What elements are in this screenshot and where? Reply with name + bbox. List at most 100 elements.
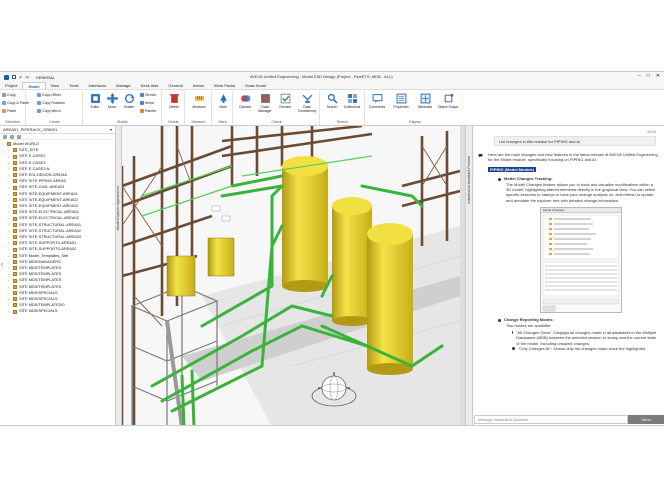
- search-group: Search Collections Search: [321, 91, 365, 125]
- search-icon: [327, 93, 337, 104]
- tab-desk-aids[interactable]: Desk Aids: [136, 82, 164, 89]
- attributes-button[interactable]: Attributes: [414, 93, 436, 109]
- current-element-field[interactable]: AREA01_PIPERACK_GRID01: [3, 127, 57, 132]
- close-icon[interactable]: ✕: [656, 73, 660, 79]
- redo-icon[interactable]: ↷: [25, 75, 28, 80]
- mark-button[interactable]: Mark: [212, 93, 234, 109]
- site-icon: [13, 222, 17, 227]
- delete-icon: [169, 94, 179, 103]
- copy-mirror-button[interactable]: Copy Mirror: [37, 109, 61, 113]
- clash-manager-button[interactable]: Clash Manager: [254, 93, 276, 113]
- app-logo-icon[interactable]: [4, 74, 9, 80]
- copy-button[interactable]: Copy: [2, 93, 15, 97]
- expand-icon[interactable]: ›: [2, 141, 5, 147]
- window-controls: – □ ✕: [638, 73, 660, 79]
- measure-group: Measure Measure: [186, 91, 212, 125]
- highlighted-heading: PIPING (Model Module): [488, 166, 536, 173]
- tab-manage[interactable]: Manage: [111, 82, 135, 89]
- filter-icon[interactable]: [10, 135, 14, 139]
- send-button[interactable]: Send: [628, 415, 664, 424]
- clashes-button[interactable]: Clashes: [234, 93, 256, 109]
- tab-draw-home[interactable]: Draw Home: [240, 82, 271, 89]
- tab-admin[interactable]: Admin: [188, 82, 209, 89]
- rotate-button[interactable]: Rotate: [118, 93, 140, 109]
- object-snaps-icon: [444, 93, 453, 103]
- dropdown-icon[interactable]: ▾: [110, 127, 112, 132]
- user-message: List changes in this release for PIPING …: [494, 136, 656, 146]
- expand-icon[interactable]: ›: [8, 308, 11, 314]
- tab-home[interactable]: Home: [22, 82, 46, 89]
- copy-paste-button[interactable]: Copy & Paste: [2, 101, 29, 105]
- copy-rotation-button[interactable]: Copy Rotation: [37, 101, 65, 105]
- mirror-button[interactable]: Mirror: [140, 101, 154, 105]
- tab-tools[interactable]: Tools: [64, 82, 83, 89]
- check-group: Clashes Clash Manager Checker Data Consi…: [234, 91, 320, 125]
- profile-label[interactable]: GENERAL: [36, 75, 55, 80]
- create-group: Copy Offset Copy Rotation Copy Mirror Cr…: [27, 91, 83, 125]
- message-input[interactable]: Message Industrial AI Assistant: [474, 415, 628, 424]
- bullet-icon: [512, 331, 514, 335]
- collections-button[interactable]: Collections: [341, 93, 363, 109]
- window-title: AVEVA Unified Engineering - Model E3D De…: [250, 74, 393, 79]
- display-group: Comments Properties Attributes Object Sn…: [366, 91, 464, 125]
- site-icon: [13, 210, 17, 215]
- collapse-arrow-icon[interactable]: ‹: [1, 262, 3, 268]
- tree-item[interactable]: › SITE MDS/SPECIALS: [2, 308, 113, 314]
- site-icon: [13, 173, 17, 178]
- display-group-label: Display: [409, 120, 421, 124]
- stretch-button[interactable]: Stretch: [140, 93, 156, 97]
- paste-button[interactable]: Paste: [2, 109, 16, 113]
- data-consistency-button[interactable]: Data Consistency: [296, 93, 318, 113]
- properties-button[interactable]: Properties: [390, 93, 412, 109]
- tab-view[interactable]: View: [46, 82, 65, 89]
- 3d-viewport[interactable]: [122, 126, 460, 425]
- site-icon: [13, 148, 17, 153]
- navigate-icon[interactable]: [3, 135, 7, 139]
- properties-icon: [396, 93, 406, 104]
- tab-interfaces[interactable]: Interfaces: [84, 82, 112, 89]
- object-snaps-button[interactable]: Object Snaps: [437, 93, 459, 109]
- screenshot-content: [542, 215, 620, 312]
- delete-group-label: Delete: [168, 120, 179, 124]
- check-group-label: Check: [271, 120, 282, 124]
- ribbon: Copy Copy & Paste Paste Selection Copy O…: [0, 90, 664, 126]
- section-text: The Model Changes feature allows you to …: [506, 181, 656, 203]
- measure-group-label: Measure: [191, 120, 206, 124]
- ribbon-tabs: Project Home View Tools Interfaces Manag…: [0, 82, 664, 90]
- painter-button[interactable]: Painter: [140, 109, 156, 113]
- site-icon: [7, 142, 11, 147]
- model-changes-section: Model Changes Tracking: The Model Change…: [498, 176, 658, 203]
- tree-item-label: SITE MDS/SPECIALS: [19, 308, 58, 314]
- refresh-icon[interactable]: [17, 135, 21, 139]
- bullet-text: "Only Changes At": Shows only the change…: [518, 346, 646, 352]
- model-explorer-panel: AREA01_PIPERACK_GRID01 ▾ › Model WORLD › SI…: [0, 126, 116, 425]
- mark-icon: [219, 94, 227, 103]
- message-timestamp: 16:20: [647, 130, 656, 134]
- tab-project[interactable]: Project: [0, 82, 22, 89]
- model-explorer-header: AREA01_PIPERACK_GRID01 ▾: [0, 126, 115, 134]
- quick-access-toolbar: ↶ ↷ GENERAL: [0, 74, 120, 80]
- site-icon: [13, 284, 17, 289]
- copy-offset-button[interactable]: Copy Offset: [37, 93, 61, 97]
- ai-assistant-sidetab[interactable]: Industrial AI Assistant Preview: [465, 126, 473, 425]
- tab-work-packs[interactable]: Work Packs: [209, 82, 240, 89]
- selection-group-label: Selection: [5, 120, 20, 124]
- minimize-icon[interactable]: –: [638, 73, 641, 79]
- site-icon: [13, 216, 17, 221]
- site-icon: [13, 309, 17, 314]
- bullet-icon: [498, 318, 501, 322]
- tab-general[interactable]: General: [163, 82, 187, 89]
- search-button[interactable]: Search: [321, 93, 343, 109]
- bullet-icon: [498, 177, 501, 181]
- sidetab-label: Model Explorer Appearance: [116, 186, 120, 231]
- save-icon[interactable]: [12, 75, 16, 79]
- checker-button[interactable]: Checker: [274, 93, 296, 109]
- delete-button[interactable]: Delete: [163, 93, 185, 109]
- maximize-icon[interactable]: □: [647, 73, 650, 79]
- measure-button[interactable]: Measure: [188, 93, 210, 109]
- comments-button[interactable]: Comments: [366, 93, 388, 109]
- site-icon: [13, 179, 17, 184]
- undo-icon[interactable]: ↶: [19, 75, 22, 80]
- assistant-response: Here are the main changes and new featur…: [478, 152, 658, 352]
- data-consistency-icon: [302, 94, 312, 103]
